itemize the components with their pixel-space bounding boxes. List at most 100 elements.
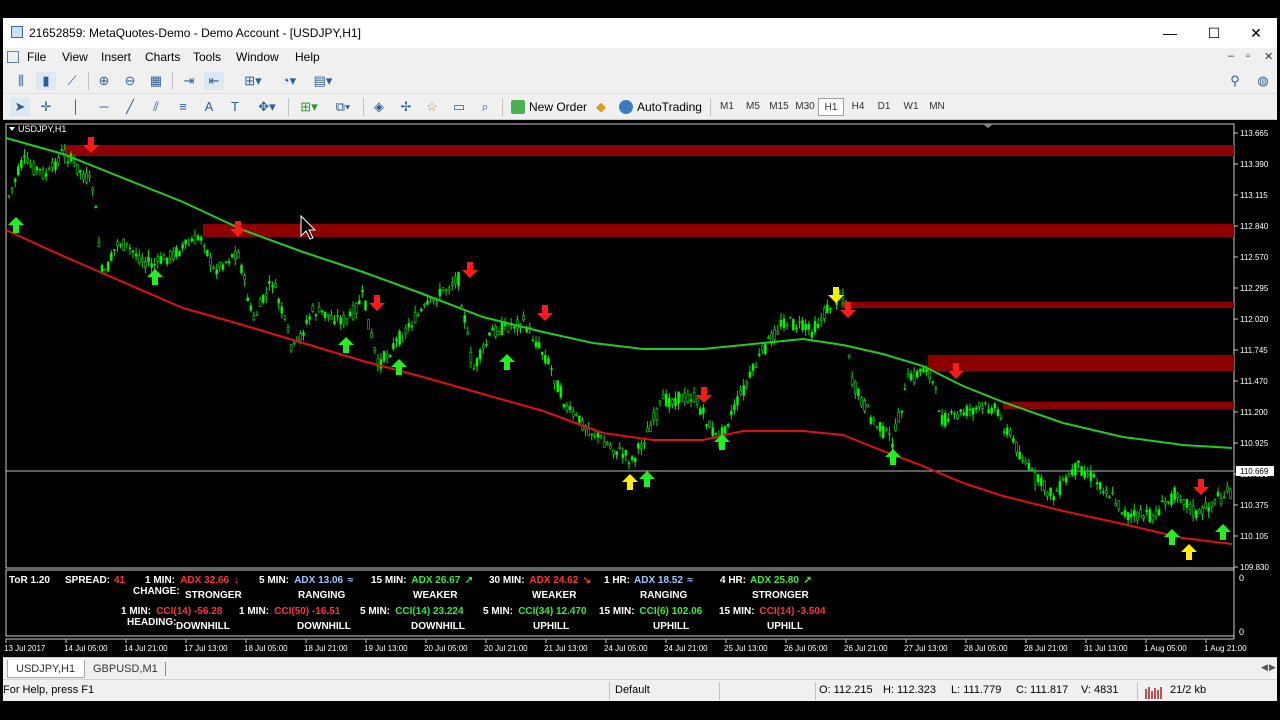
menu-charts[interactable]: Charts: [145, 50, 180, 64]
timeframe-mn[interactable]: MN: [924, 98, 950, 116]
text-icon[interactable]: A: [199, 98, 219, 116]
close-button[interactable]: ✕: [1234, 18, 1278, 48]
sell-signal-arrow-icon: [1193, 479, 1209, 495]
connection-status-icon[interactable]: [1145, 685, 1167, 699]
menu-insert[interactable]: Insert: [101, 50, 131, 64]
chat-icon[interactable]: ◍: [1253, 72, 1273, 90]
indicators-icon[interactable]: ⊞▾: [239, 72, 267, 90]
timeframe-m15[interactable]: M15: [766, 98, 792, 116]
timeframe-m1[interactable]: M1: [714, 98, 740, 116]
toolbar-separator: [288, 98, 289, 116]
menu-file[interactable]: File: [27, 50, 46, 64]
metaeditor-icon[interactable]: ◆: [591, 98, 611, 116]
autotrading-button[interactable]: AutoTrading: [619, 97, 702, 117]
candle-body: [987, 409, 990, 413]
timeframe-h4[interactable]: H4: [845, 98, 871, 116]
timeframe-m30[interactable]: M30: [792, 98, 818, 116]
trendline-icon[interactable]: ╱: [120, 98, 140, 116]
mdi-restore-button[interactable]: ▫: [1246, 50, 1250, 62]
vertical-line-icon[interactable]: │: [66, 98, 86, 116]
maximize-button[interactable]: ☐: [1192, 18, 1236, 48]
crosshair-icon[interactable]: ✛: [36, 98, 56, 116]
chart-document-icon[interactable]: [7, 51, 19, 63]
candle-body: [113, 249, 116, 251]
market-watch-icon[interactable]: ◈: [369, 98, 389, 116]
new-chart-icon[interactable]: ⊞▾: [295, 98, 323, 116]
candle-body: [137, 255, 141, 263]
chart-shift-icon[interactable]: ⇥: [179, 72, 199, 90]
status-profile[interactable]: Default: [615, 684, 650, 696]
strategy-tester-icon[interactable]: ⌕: [475, 98, 495, 116]
candle-body: [869, 416, 873, 425]
candle-body: [602, 441, 606, 448]
candle-body: [122, 238, 125, 251]
timeframe-w1[interactable]: W1: [898, 98, 924, 116]
tile-windows-icon[interactable]: ▦: [146, 72, 166, 90]
candlesticks: [7, 143, 1232, 526]
candle-body: [388, 355, 392, 358]
text-label-icon[interactable]: T: [225, 98, 245, 116]
periods-icon[interactable]: ◔▾: [275, 72, 303, 90]
fibonacci-icon[interactable]: ≡: [173, 98, 193, 116]
menu-view[interactable]: View: [62, 50, 88, 64]
tab-usdjpy-h1[interactable]: USDJPY,H1: [7, 660, 85, 678]
candle-body: [447, 287, 451, 291]
timeframe-m5[interactable]: M5: [740, 98, 766, 116]
menu-window[interactable]: Window: [236, 50, 279, 64]
candle-body: [795, 327, 798, 330]
chart-window[interactable]: USDJPY,H1 113.665 113.390 113.115 112.840 11…: [3, 121, 1277, 657]
new-order-button[interactable]: New Order: [511, 97, 587, 117]
templates-icon[interactable]: ▤▾: [308, 72, 338, 90]
price-label: 112.295: [1240, 284, 1269, 293]
candlestick-icon[interactable]: ▮: [36, 72, 56, 90]
candle-body: [410, 325, 414, 328]
tabs-scroll-left-icon[interactable]: ◀: [1261, 662, 1268, 673]
candle-body: [661, 393, 665, 400]
timeframe-h1[interactable]: H1: [818, 98, 844, 116]
auto-scroll-icon[interactable]: ⇤: [204, 72, 224, 90]
candle-body: [54, 160, 57, 171]
candle-body: [1036, 474, 1040, 483]
cursor-icon[interactable]: ➤: [10, 98, 30, 116]
mdi-minimize-button[interactable]: –: [1228, 50, 1234, 62]
bar-chart-icon[interactable]: ⫼: [11, 72, 31, 90]
time-label: 13 Jul 2017: [4, 644, 46, 653]
candle-body: [187, 243, 191, 246]
price-chart[interactable]: USDJPY,H1 113.665113.390113.115112.84011…: [3, 121, 1277, 657]
profiles-icon[interactable]: ⧉▾: [329, 98, 357, 116]
candle-body: [630, 456, 634, 461]
candle-body: [252, 315, 256, 320]
navigator-icon[interactable]: ☆: [422, 98, 442, 116]
candle-body: [91, 187, 94, 192]
candle-body: [822, 307, 826, 319]
status-low: L: 111.779: [951, 684, 1002, 696]
candle-body: [1086, 473, 1090, 476]
candle-body: [953, 412, 956, 415]
menu-tools[interactable]: Tools: [193, 50, 221, 64]
menu-help[interactable]: Help: [295, 50, 320, 64]
candle-body: [934, 387, 938, 390]
arrows-icon[interactable]: ✥▾: [253, 98, 281, 116]
candle-body: [1046, 491, 1049, 497]
tabs-scroll-right-icon[interactable]: ▶: [1269, 662, 1276, 673]
candle-body: [618, 446, 622, 450]
mdi-close-button[interactable]: ✕: [1264, 50, 1273, 63]
price-scale: 113.665 113.390 113.115 112.840 112.570 112.2…: [1234, 129, 1269, 572]
tab-gbpusd-m1[interactable]: GBPUSD,M1: [85, 660, 166, 678]
cci-timeframe-label: 1 MIN:: [121, 606, 151, 617]
terminal-icon[interactable]: ▭: [449, 98, 469, 116]
zoom-in-icon[interactable]: ⊕: [94, 72, 114, 90]
candle-body: [621, 453, 625, 458]
search-icon[interactable]: ⚲: [1225, 72, 1245, 90]
candle-body: [612, 449, 615, 455]
candle-body: [159, 256, 163, 264]
candle-body: [1148, 509, 1152, 523]
line-chart-icon[interactable]: ⟋: [62, 72, 82, 90]
adx-timeframe-label: 15 MIN:: [371, 575, 407, 586]
minimize-button[interactable]: —: [1148, 18, 1192, 48]
timeframe-d1[interactable]: D1: [871, 98, 897, 116]
data-window-icon[interactable]: ✢: [396, 98, 416, 116]
horizontal-line-icon[interactable]: ─: [94, 98, 114, 116]
zoom-out-icon[interactable]: ⊖: [120, 72, 140, 90]
channel-icon[interactable]: ⫽: [146, 98, 166, 116]
